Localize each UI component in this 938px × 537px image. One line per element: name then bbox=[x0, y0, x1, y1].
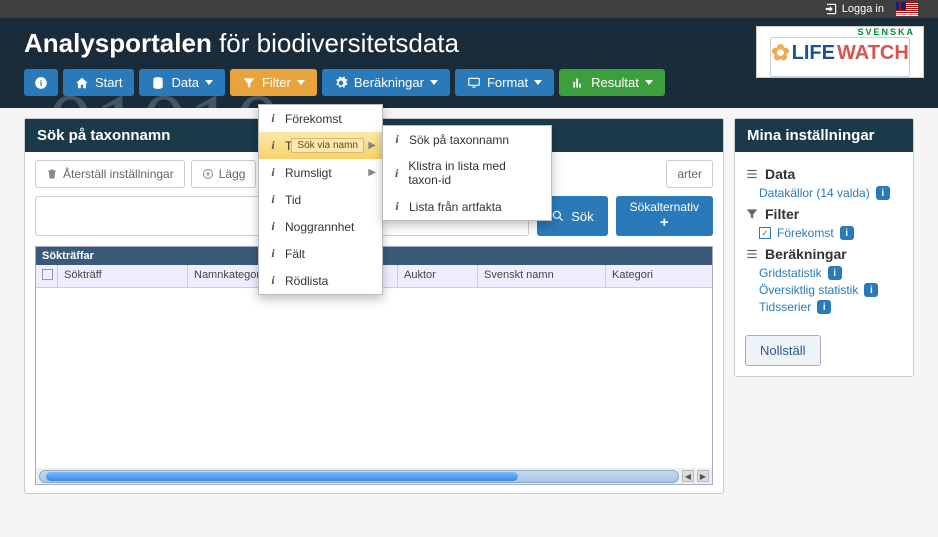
sidebar-sec-calc: Beräkningar bbox=[745, 246, 903, 262]
submenu-klistra-taxonid[interactable]: iKlistra in lista med taxon-id bbox=[383, 153, 551, 193]
dropdown-item-noggrannhet[interactable]: iNoggrannhet bbox=[259, 213, 382, 240]
info-i-icon: i bbox=[393, 199, 401, 214]
sidebar-link-datakallor[interactable]: Datakällor (14 valda)i bbox=[759, 186, 903, 200]
info-badge-icon[interactable]: i bbox=[876, 186, 890, 200]
col-checkbox[interactable] bbox=[36, 265, 58, 287]
nav-calculations[interactable]: Beräkningar bbox=[322, 69, 450, 96]
info-badge-icon[interactable]: i bbox=[828, 266, 842, 280]
nav-filter[interactable]: Filter bbox=[230, 69, 317, 96]
col-kategori[interactable]: Kategori bbox=[606, 265, 712, 287]
trash-icon bbox=[46, 168, 58, 180]
login-link[interactable]: Logga in bbox=[824, 2, 884, 16]
nav-data[interactable]: Data bbox=[139, 69, 224, 96]
checkbox-checked-icon: ✓ bbox=[759, 227, 771, 239]
chevron-right-icon: ▶ bbox=[368, 167, 376, 178]
chevron-down-icon bbox=[645, 80, 653, 85]
filter-dropdown: iFörekomst iTaxaSök via namn▶ iRumsligt▶… bbox=[258, 104, 383, 295]
dropdown-item-rumsligt[interactable]: iRumsligt▶ bbox=[259, 159, 382, 186]
nav-info[interactable]: i bbox=[24, 69, 58, 96]
add-button[interactable]: Lägg bbox=[191, 160, 257, 188]
sidebar-sec-data: Data bbox=[745, 166, 903, 182]
arter-button[interactable]: arter bbox=[666, 160, 713, 188]
chevron-right-icon: ▶ bbox=[368, 140, 376, 151]
language-flag-uk[interactable] bbox=[896, 2, 918, 16]
monitor-icon bbox=[467, 76, 481, 90]
reset-settings-button[interactable]: Återställ inställningar bbox=[35, 160, 185, 188]
submenu-sok-taxonnamn[interactable]: iSök på taxonnamn bbox=[383, 126, 551, 153]
nav-start[interactable]: Start bbox=[63, 69, 134, 96]
dropdown-item-tid[interactable]: iTid bbox=[259, 186, 382, 213]
sidebar-link-tidsserier[interactable]: Tidsserieri bbox=[759, 300, 903, 314]
dropdown-item-forekomst[interactable]: iFörekomst bbox=[259, 105, 382, 132]
dropdown-item-falt[interactable]: iFält bbox=[259, 240, 382, 267]
info-i-icon: i bbox=[269, 165, 277, 180]
sidebar-reset-button[interactable]: Nollställ bbox=[745, 335, 821, 366]
taxa-submenu: iSök på taxonnamn iKlistra in lista med … bbox=[382, 125, 552, 221]
logo-lifewatch: SVENSKA ✿LIFEWATCH bbox=[756, 26, 924, 78]
nav-format[interactable]: Format bbox=[455, 69, 554, 96]
col-svenskt[interactable]: Svenskt namn bbox=[478, 265, 606, 287]
search-icon bbox=[551, 209, 565, 223]
sidebar-sec-filter: Filter bbox=[745, 206, 903, 222]
info-i-icon: i bbox=[393, 132, 401, 147]
info-badge-icon[interactable]: i bbox=[840, 226, 854, 240]
col-auktor[interactable]: Auktor bbox=[398, 265, 478, 287]
dropdown-item-rodlista[interactable]: iRödlista bbox=[259, 267, 382, 294]
search-options-button[interactable]: Sökalternativ + bbox=[616, 196, 713, 236]
login-label: Logga in bbox=[842, 3, 884, 15]
svg-text:i: i bbox=[40, 78, 42, 87]
submenu-lista-artfakta[interactable]: iLista från artfakta bbox=[383, 193, 551, 220]
chevron-down-icon bbox=[205, 80, 213, 85]
chart-icon bbox=[571, 76, 585, 90]
logout-icon bbox=[824, 2, 838, 16]
scroll-track[interactable] bbox=[39, 470, 679, 483]
info-badge-icon[interactable]: i bbox=[817, 300, 831, 314]
info-i-icon: i bbox=[269, 192, 277, 207]
list-icon bbox=[745, 167, 759, 181]
scroll-right-icon[interactable]: ▶ bbox=[697, 470, 709, 482]
info-i-icon: i bbox=[269, 246, 277, 261]
chevron-down-icon bbox=[430, 80, 438, 85]
nav-result[interactable]: Resultat bbox=[559, 69, 665, 96]
col-soktraff[interactable]: Sökträff bbox=[58, 265, 188, 287]
info-badge-icon[interactable]: i bbox=[864, 283, 878, 297]
database-icon bbox=[151, 76, 165, 90]
dropdown-item-taxa[interactable]: iTaxaSök via namn▶ bbox=[259, 132, 382, 159]
info-i-icon: i bbox=[269, 273, 277, 288]
filter-icon bbox=[242, 76, 256, 90]
plus-icon: + bbox=[630, 214, 699, 232]
cogs-icon bbox=[334, 76, 348, 90]
sidebar-link-gridstatistik[interactable]: Gridstatistiki bbox=[759, 266, 903, 280]
chevron-down-icon bbox=[297, 80, 305, 85]
info-i-icon: i bbox=[269, 138, 277, 153]
grid-scrollbar[interactable]: ◀ ▶ bbox=[36, 468, 712, 484]
col-namnkategori[interactable]: Namnkategori bbox=[188, 265, 268, 287]
sidebar-title: Mina inställningar bbox=[735, 119, 913, 152]
sidebar-link-oversiktlig[interactable]: Översiktlig statistiki bbox=[759, 283, 903, 297]
home-icon bbox=[75, 76, 89, 90]
info-i-icon: i bbox=[269, 219, 277, 234]
grid-body bbox=[36, 288, 712, 468]
sidebar-panel: Mina inställningar Data Datakällor (14 v… bbox=[734, 118, 914, 377]
info-i-icon: i bbox=[393, 166, 400, 181]
list-icon bbox=[745, 247, 759, 261]
scroll-left-icon[interactable]: ◀ bbox=[682, 470, 694, 482]
info-icon: i bbox=[34, 76, 48, 90]
sidebar-link-forekomst[interactable]: ✓Förekomsti bbox=[759, 226, 903, 240]
tag-badge: Sök via namn bbox=[291, 138, 364, 153]
info-i-icon: i bbox=[269, 111, 277, 126]
leaf-icon: ✿ bbox=[771, 40, 789, 66]
filter-icon bbox=[745, 207, 759, 221]
chevron-down-icon bbox=[534, 80, 542, 85]
plus-circle-icon bbox=[202, 168, 214, 180]
